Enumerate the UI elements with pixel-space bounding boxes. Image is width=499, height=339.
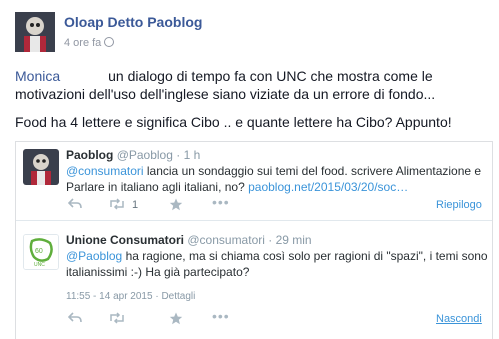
post-author-name[interactable]: Oloap Detto Paoblog <box>64 14 202 30</box>
embedded-tweet-thread: Paoblog @Paoblog · 1 h @consumatori lanc… <box>15 141 493 339</box>
paoblog-avatar[interactable] <box>23 149 59 185</box>
tweet2-author[interactable]: Unione Consumatori @consumatori · 29 min <box>66 233 312 247</box>
tweet1-name[interactable]: Paoblog <box>66 148 113 162</box>
post-text-line2: motivazioni dell'uso dell'inglese siano … <box>15 86 436 102</box>
summary-link[interactable]: Riepilogo <box>436 199 482 211</box>
tweet1-text: @consumatori lancia un sondaggio sui tem… <box>66 164 482 194</box>
post-timestamp[interactable]: 4 ore fa <box>64 37 115 49</box>
tweet1-handle[interactable]: @Paoblog · 1 h <box>117 148 201 162</box>
tweet-divider <box>16 220 492 221</box>
tweet2-name[interactable]: Unione Consumatori <box>66 233 184 247</box>
tweet2-meta: 11:55 - 14 apr 2015 · Dettagli <box>66 291 196 302</box>
unc-avatar[interactable]: 60 UNC <box>23 234 59 270</box>
star-icon[interactable] <box>169 198 183 214</box>
reply-icon[interactable] <box>67 198 82 213</box>
tagged-user-link[interactable]: Monica <box>15 68 60 84</box>
reply-icon[interactable] <box>67 312 82 327</box>
tweet2-timestamp[interactable]: 11:55 - 14 apr 2015 <box>66 291 153 302</box>
post-text-line1: un dialogo di tempo fa con UNC che mostr… <box>108 68 433 84</box>
tweet1-author[interactable]: Paoblog @Paoblog · 1 h <box>66 148 200 162</box>
tweet1-url-link[interactable]: paoblog.net/2015/03/20/soc… <box>248 180 408 194</box>
tweet2-actions: ••• Nascondi <box>16 308 492 334</box>
tweet2-handle[interactable]: @consumatori · 29 min <box>187 233 311 247</box>
svg-text:UNC: UNC <box>34 262 45 268</box>
globe-icon <box>104 37 115 47</box>
hide-link[interactable]: Nascondi <box>436 313 482 325</box>
retweet-icon[interactable] <box>108 198 126 213</box>
retweet-icon[interactable] <box>108 312 126 327</box>
more-icon[interactable]: ••• <box>212 194 230 210</box>
author-avatar[interactable] <box>15 12 55 52</box>
tweet1-mention-link[interactable]: @consumatori <box>66 164 144 178</box>
retweet-count: 1 <box>132 199 139 211</box>
tweet1-actions: 1 ••• Riepilogo <box>16 194 492 220</box>
post-text: Monica un dialogo di tempo fa con UNC che… <box>15 67 485 103</box>
svg-text:60: 60 <box>35 248 43 255</box>
tweet2-text: @Paoblog ha ragione, ma si chiama così s… <box>66 249 488 279</box>
more-icon[interactable]: ••• <box>212 308 230 324</box>
tweet2-mention-link[interactable]: @Paoblog <box>66 249 122 263</box>
post-text-paragraph2: Food ha 4 lettere e significa Cibo .. e … <box>15 114 452 130</box>
star-icon[interactable] <box>169 312 183 328</box>
details-link[interactable]: Dettagli <box>161 291 195 302</box>
